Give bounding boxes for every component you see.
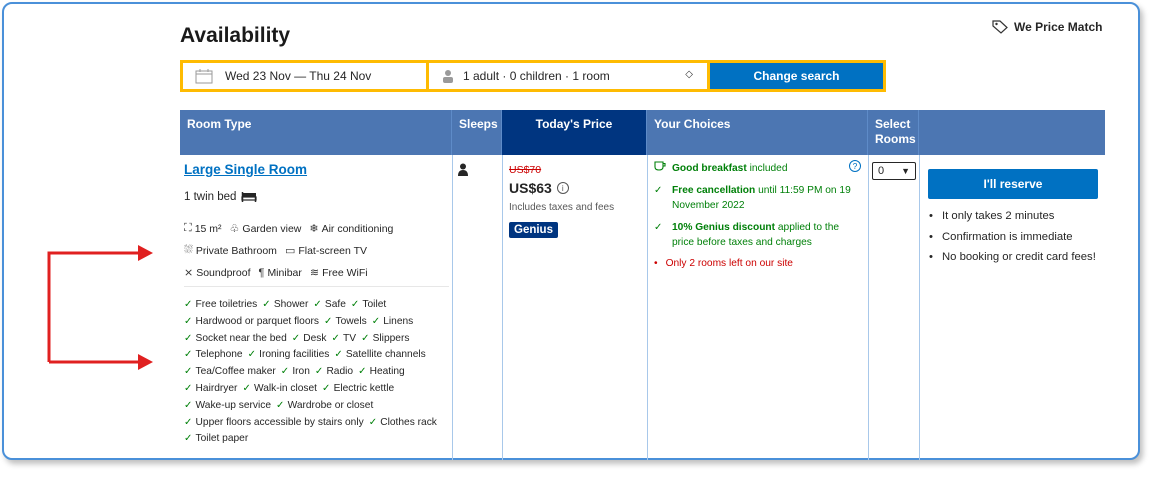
arrow-icon [49, 354, 153, 370]
arrow-icon [47, 245, 153, 362]
annotation-arrows [47, 245, 153, 370]
